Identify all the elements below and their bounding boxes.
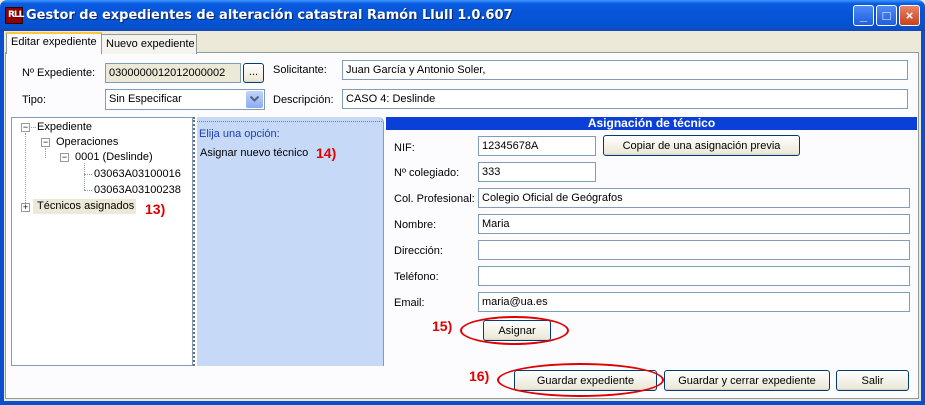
window-title: Gestor de expedientes de alteración cata… <box>26 8 513 23</box>
section-header: Asignación de técnico <box>386 117 917 130</box>
expediente-number-field[interactable]: 0300000012012000002 <box>105 63 241 83</box>
minimize-icon: _ <box>859 8 868 23</box>
direccion-label: Dirección: <box>394 245 443 257</box>
close-icon: × <box>905 8 914 23</box>
descripcion-label: Descripción: <box>273 94 334 106</box>
colegiado-label: Nº colegiado: <box>394 167 460 179</box>
collapse-icon[interactable]: − <box>60 153 69 162</box>
tipo-select[interactable]: Sin Especificar <box>105 89 265 110</box>
window-frame-bottom <box>0 401 925 405</box>
tree-node-parcel[interactable]: 03063A03100238 <box>94 184 181 196</box>
col-profesional-field[interactable]: Colegio Oficial de Geógrafos <box>478 188 910 208</box>
tree-node-operation[interactable]: 0001 (Deslinde) <box>75 151 153 163</box>
close-button[interactable]: × <box>899 5 920 26</box>
telefono-label: Teléfono: <box>394 271 439 283</box>
copy-previous-button[interactable]: Copiar de una asignación previa <box>603 135 800 156</box>
app-icon: RLL <box>5 7 24 24</box>
tree-line <box>84 163 85 190</box>
annotation-16: 16) <box>469 368 490 384</box>
highlight-ellipse <box>460 316 569 345</box>
tree-line <box>84 174 92 175</box>
annotation-13: 13) <box>145 201 166 217</box>
tree-node-expediente[interactable]: Expediente <box>37 121 92 133</box>
tree-line <box>45 148 46 158</box>
expand-icon[interactable]: + <box>21 203 30 212</box>
maximize-button[interactable]: □ <box>876 5 897 26</box>
save-close-button[interactable]: Guardar y cerrar expediente <box>664 370 830 391</box>
annotation-14: 14) <box>316 145 337 161</box>
nombre-label: Nombre: <box>394 219 437 231</box>
nif-field[interactable]: 12345678A <box>478 136 596 156</box>
colegiado-field[interactable]: 333 <box>478 162 596 182</box>
highlight-ellipse <box>497 363 664 397</box>
direccion-field[interactable] <box>478 240 910 260</box>
nif-label: NIF: <box>394 142 415 154</box>
maximize-icon: □ <box>882 8 891 23</box>
minimize-button[interactable]: _ <box>853 5 874 26</box>
tipo-label: Tipo: <box>22 94 47 106</box>
collapse-icon[interactable]: − <box>21 123 30 132</box>
tree-node-operaciones[interactable]: Operaciones <box>56 136 118 148</box>
window-frame-right <box>921 31 925 405</box>
tree-line <box>25 133 26 207</box>
email-field[interactable]: maria@ua.es <box>478 292 910 312</box>
exit-button[interactable]: Salir <box>836 370 909 391</box>
telefono-field[interactable] <box>478 266 910 286</box>
nombre-field[interactable]: Maria <box>478 214 910 234</box>
tree-node-parcel[interactable]: 03063A03100016 <box>94 168 181 180</box>
descripcion-field[interactable]: CASO 4: Deslinde <box>342 89 908 109</box>
chevron-down-icon[interactable] <box>246 91 263 108</box>
browse-expediente-button[interactable]: ... <box>243 63 264 83</box>
expediente-label: Nº Expediente: <box>22 67 96 79</box>
tree-line <box>84 190 92 191</box>
tree-node-tecnicos[interactable]: Técnicos asignados <box>37 200 134 212</box>
window-frame-left <box>0 31 4 405</box>
options-header: Elija una opción: <box>199 128 280 140</box>
tipo-select-value: Sin Especificar <box>109 93 182 105</box>
options-divider <box>197 121 382 122</box>
solicitante-label: Solicitante: <box>273 64 327 76</box>
tab-nuevo-expediente[interactable]: Nuevo expediente <box>101 34 197 54</box>
collapse-icon[interactable]: − <box>41 138 50 147</box>
tab-editar-expediente[interactable]: Editar expediente <box>6 32 102 54</box>
option-assign-tecnico[interactable]: Asignar nuevo técnico <box>200 147 308 159</box>
tree-line <box>31 127 36 128</box>
col-profesional-label: Col. Profesional: <box>394 193 475 205</box>
solicitante-field[interactable]: Juan García y Antonio Soler, <box>342 60 908 80</box>
annotation-15: 15) <box>432 318 453 334</box>
email-label: Email: <box>394 297 425 309</box>
